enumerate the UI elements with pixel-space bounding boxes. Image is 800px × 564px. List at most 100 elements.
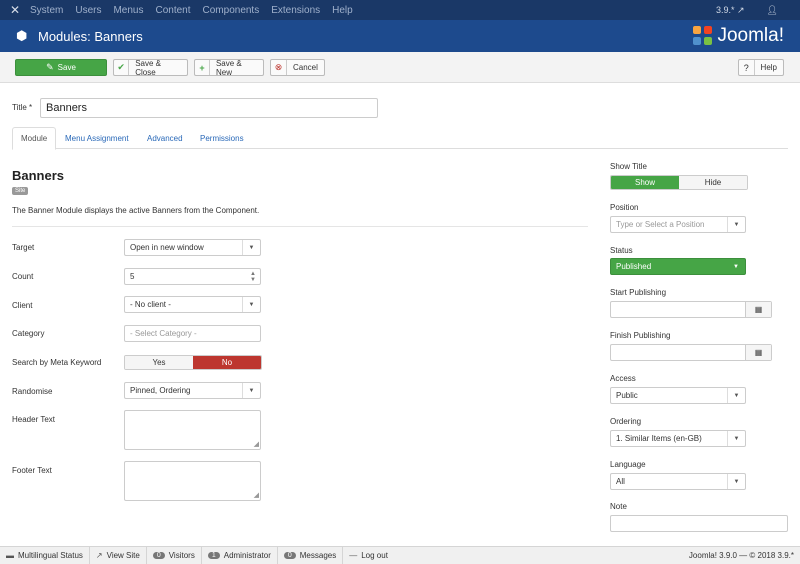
caret-down-icon: ▼ [727,431,745,446]
meta-keyword-label: Search by Meta Keyword [12,358,102,367]
header-text-label: Header Text [12,415,55,424]
finish-publishing-input[interactable]: ▦ [610,344,772,361]
status-label: Status [610,246,633,255]
page-header: ⬢ Modules: Banners Joomla! [0,20,800,52]
joomla-logo: Joomla! [693,25,784,47]
check-icon: ✔ [114,60,130,75]
meta-no-button[interactable]: No [193,356,261,369]
administrator-link[interactable]: 1 Administrator [202,547,278,564]
minus-icon: — [349,551,358,560]
tab-advanced[interactable]: Advanced [139,127,191,149]
position-label: Position [610,203,639,212]
ordering-select[interactable]: 1. Similar Items (en-GB) ▼ [610,430,746,447]
cancel-button[interactable]: ⊗ Cancel [270,59,325,76]
menu-content[interactable]: Content [155,5,190,16]
site-badge: Site [12,187,29,195]
tab-bar: Module Menu Assignment Advanced Permissi… [12,127,788,150]
show-title-label: Show Title [610,162,647,171]
finish-publishing-label: Finish Publishing [610,331,671,340]
footer-version: Joomla! 3.9.0 — © 2018 3.9.* [688,551,794,560]
title-label: Title * [12,103,33,112]
save-button[interactable]: ✎ Save [15,59,107,76]
position-select[interactable]: Type or Select a Position ▼ [610,216,746,233]
cube-icon: ⬢ [16,28,28,43]
site-version-link[interactable]: 3.9.* ↗ [716,5,745,16]
caret-down-icon: ▼ [242,297,260,312]
meta-yes-button[interactable]: Yes [125,356,193,369]
footer-text-label: Footer Text [12,466,52,475]
menu-help[interactable]: Help [332,5,353,16]
resize-grip-icon[interactable]: ◢ [254,441,259,448]
note-input[interactable] [610,515,788,532]
target-label: Target [12,243,35,252]
calendar-icon[interactable]: ▦ [745,302,771,317]
count-input[interactable]: 5 ▲ ▼ [124,268,261,285]
divider [12,226,588,227]
caret-down-icon: ▼ [242,383,260,398]
top-menu: System Users Menus Content Components Ex… [30,5,365,16]
show-title-toggle: Show Hide [610,175,748,190]
status-select[interactable]: Published ▼ [610,258,746,275]
visitors-link[interactable]: 0 Visitors [147,547,202,564]
tab-permissions[interactable]: Permissions [192,127,252,149]
edit-icon: ✎ [46,62,54,72]
ordering-label: Ordering [610,417,642,426]
menu-menus[interactable]: Menus [113,5,143,16]
menu-users[interactable]: Users [75,5,101,16]
access-select[interactable]: Public ▼ [610,387,746,404]
header-text-textarea[interactable]: ◢ [124,410,261,450]
comment-icon: ▬ [6,551,14,560]
save-close-button[interactable]: ✔ Save & Close [113,59,188,77]
language-select[interactable]: All ▼ [610,473,746,490]
user-icon[interactable]: 👤︎ [767,5,778,16]
spinner-icon[interactable]: ▲ ▼ [250,271,256,283]
messages-count-badge: 0 [283,552,296,559]
caret-down-icon: ▼ [242,240,260,255]
client-select[interactable]: - No client - ▼ [124,296,261,313]
page-title: Modules: Banners [38,28,143,44]
footer-text-textarea[interactable]: ◢ [124,461,261,501]
module-description: The Banner Module displays the active Ba… [12,206,260,215]
target-select[interactable]: Open in new window ▼ [124,239,261,256]
cancel-icon: ⊗ [271,60,287,75]
joomla-mark-icon [693,26,713,46]
resize-grip-icon[interactable]: ◢ [254,492,259,499]
menu-components[interactable]: Components [203,5,260,16]
logout-link[interactable]: — Log out [343,547,394,564]
module-title: Banners [12,168,65,183]
title-input[interactable]: Banners [40,98,378,118]
count-label: Count [12,272,34,281]
show-title-hide-button[interactable]: Hide [679,176,747,189]
start-publishing-input[interactable]: ▦ [610,301,772,318]
language-label: Language [610,460,646,469]
top-navbar: ✕ System Users Menus Content Components … [0,0,800,20]
randomise-select[interactable]: Pinned, Ordering ▼ [124,382,261,399]
access-label: Access [610,374,636,383]
start-publishing-label: Start Publishing [610,288,667,297]
multilingual-status-link[interactable]: ▬ Multilingual Status [0,547,90,564]
help-button[interactable]: ? Help [738,59,784,76]
menu-extensions[interactable]: Extensions [271,5,320,16]
messages-link[interactable]: 0 Messages [278,547,344,564]
category-label: Category [12,329,45,338]
toolbar: ✎ Save ✔ Save & Close + Save & New ⊗ Can… [0,52,800,83]
menu-system[interactable]: System [30,5,63,16]
show-title-show-button[interactable]: Show [611,176,679,189]
question-icon: ? [739,60,755,75]
caret-down-icon: ▼ [733,263,739,270]
category-select[interactable]: - Select Category - [124,325,261,342]
caret-down-icon: ▼ [727,474,745,489]
view-site-link[interactable]: ↗ View Site [90,547,147,564]
tab-module[interactable]: Module [12,127,57,150]
joomla-menu-icon[interactable]: ✕ [0,3,30,17]
randomise-label: Randomise [12,387,53,396]
note-label: Note [610,502,627,511]
external-link-icon: ↗ [95,551,103,560]
admin-count-badge: 1 [207,552,220,559]
save-new-button[interactable]: + Save & New [194,59,264,77]
meta-keyword-toggle: Yes No [124,355,262,370]
plus-icon: + [195,60,210,75]
client-label: Client [12,301,33,310]
calendar-icon[interactable]: ▦ [745,345,771,360]
tab-menu-assignment[interactable]: Menu Assignment [57,127,137,149]
